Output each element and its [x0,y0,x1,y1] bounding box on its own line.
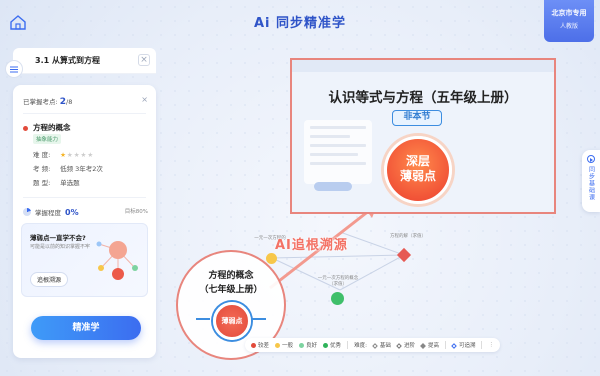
legend-divider [481,341,483,349]
legend-divider [444,341,446,349]
more-icon[interactable]: ⋮ [488,342,494,348]
legend-divider [347,341,349,349]
weak-point-dot: 薄弱点 [213,302,251,340]
ai-trace-label: AI追根溯源 [275,238,348,253]
node-label: 方程的解（求值） [390,234,426,239]
legend-traceable: 可追溯 [451,341,475,349]
not-this-section-badge: 非本节 [392,110,442,126]
preview-button [314,182,352,191]
legend-fair: 一般 [275,341,293,349]
legend-good: 良好 [299,341,317,349]
preview-content: 认识等式与方程（五年级上册） 非本节 深层 薄弱点 [292,60,554,212]
legend-excellent: 优秀 [323,341,341,349]
legend-improve: 提高 [420,341,439,349]
legend-poor: 较差 [251,341,269,349]
graph-legend: 较差 一般 良好 优秀 难度: 基础 进阶 提高 可追溯 ⋮ [245,338,500,352]
graph-node[interactable] [266,253,277,264]
legend-difficulty-label: 难度: [354,343,367,349]
deep-label-1: 深层 [405,154,430,168]
deep-weak-point[interactable]: 深层 薄弱点 [384,136,452,204]
focus-node-grade: （七年级上册） [199,285,263,295]
deep-label-2: 薄弱点 [399,169,436,183]
preview-side-card [304,120,372,184]
preview-titlebar [292,60,554,72]
ring-decoration [252,318,266,320]
focus-node-title: 方程的概念 [208,271,254,281]
graph-node[interactable] [331,292,344,305]
node-label: 一元一次方程的概念（求值） [317,276,359,287]
preview-title: 认识等式与方程（五年级上册） [328,90,518,106]
legend-basic: 基础 [372,341,391,349]
ring-decoration [196,318,210,320]
legend-advanced: 进阶 [396,341,415,349]
preview-window: 认识等式与方程（五年级上册） 非本节 深层 薄弱点 [290,58,556,214]
menu-icon[interactable] [5,60,23,78]
